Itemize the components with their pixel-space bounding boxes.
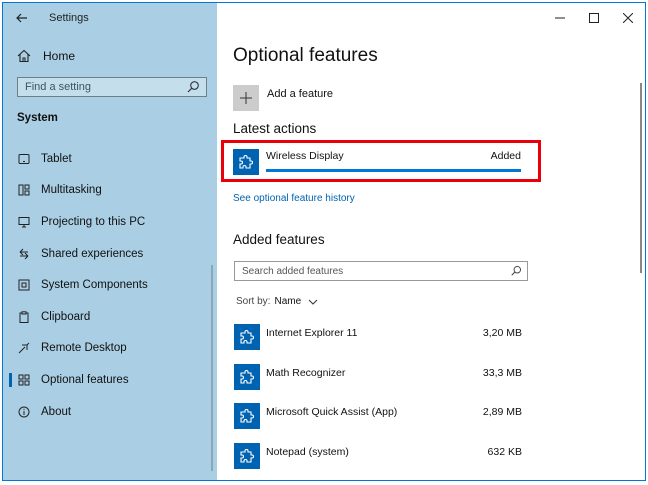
close-button[interactable] xyxy=(611,3,645,33)
latest-actions-heading: Latest actions xyxy=(233,121,317,136)
arrow-left-icon xyxy=(16,13,27,23)
main-scrollbar[interactable] xyxy=(640,83,642,273)
list-item[interactable]: Math Recognizer 33,3 MB xyxy=(234,363,524,404)
progress-fill xyxy=(266,169,521,172)
info-icon xyxy=(17,405,31,419)
sidebar-item-projecting[interactable]: Projecting to this PC xyxy=(3,206,217,238)
sidebar-item-label: Remote Desktop xyxy=(41,342,127,355)
latest-action-name: Wireless Display xyxy=(266,150,344,162)
shared-experiences-icon xyxy=(17,247,31,261)
list-item[interactable]: Microsoft Quick Assist (App) 2,89 MB xyxy=(234,403,524,443)
sidebar-item-label: System Components xyxy=(41,279,148,292)
sidebar-item-label: Tablet xyxy=(41,152,72,165)
add-feature-button[interactable]: Add a feature xyxy=(233,85,333,111)
list-item[interactable]: Internet Explorer 11 3,20 MB xyxy=(234,324,524,364)
projecting-icon xyxy=(17,215,31,229)
add-feature-label: Add a feature xyxy=(267,88,334,100)
feature-history-link[interactable]: See optional feature history xyxy=(233,193,355,204)
sidebar-nav: Tablet Multitasking Projecting to this P… xyxy=(3,143,217,427)
tablet-icon xyxy=(17,152,31,166)
settings-window: Settings Home Find a setting System Tabl… xyxy=(2,2,646,481)
title-bar: Settings xyxy=(3,3,217,33)
feature-size: 3,20 MB xyxy=(482,327,522,339)
home-icon xyxy=(17,49,31,63)
feature-size: 632 KB xyxy=(487,445,522,458)
feature-size: 33,3 MB xyxy=(482,366,522,379)
chevron-down-icon xyxy=(308,299,318,305)
latest-action-item[interactable]: Wireless Display Added xyxy=(233,147,523,177)
sort-prefix: Sort by: xyxy=(236,296,271,307)
close-icon xyxy=(623,13,633,23)
clipboard-icon xyxy=(17,310,31,324)
puzzle-icon xyxy=(234,324,260,350)
sidebar-item-optional-features[interactable]: Optional features xyxy=(3,364,217,396)
minimize-icon xyxy=(555,17,565,19)
home-link[interactable]: Home xyxy=(17,49,75,63)
sidebar-item-label: Projecting to this PC xyxy=(41,215,146,228)
maximize-button[interactable] xyxy=(577,3,611,33)
caption-buttons xyxy=(543,3,645,33)
main-panel: Optional features Add a feature Latest a… xyxy=(217,3,645,480)
system-components-icon xyxy=(17,278,31,292)
multitasking-icon xyxy=(17,183,31,197)
find-setting-placeholder: Find a setting xyxy=(25,81,92,93)
app-title: Settings xyxy=(49,12,89,24)
section-title: System xyxy=(17,112,58,124)
feature-name: Math Recognizer xyxy=(266,366,346,379)
search-icon xyxy=(187,81,199,93)
sort-value: Name xyxy=(274,296,302,307)
feature-name: Notepad (system) xyxy=(266,445,349,458)
minimize-button[interactable] xyxy=(543,3,577,33)
sidebar-item-label: Clipboard xyxy=(41,310,91,323)
added-features-heading: Added features xyxy=(233,232,325,247)
sidebar-item-label: Optional features xyxy=(41,373,129,386)
sidebar-scrollbar[interactable] xyxy=(211,265,213,471)
sidebar-item-shared-experiences[interactable]: Shared experiences xyxy=(3,238,217,270)
sidebar-item-label: About xyxy=(41,405,72,418)
maximize-icon xyxy=(589,13,599,23)
optional-features-icon xyxy=(17,373,31,387)
sidebar: Settings Home Find a setting System Tabl… xyxy=(3,3,217,480)
latest-action-status: Added xyxy=(490,150,521,162)
search-icon xyxy=(511,265,522,276)
feature-name: Microsoft Quick Assist (App) xyxy=(266,406,398,418)
puzzle-icon xyxy=(234,442,260,469)
search-added-features-input[interactable]: Search added features xyxy=(234,261,528,281)
sidebar-item-system-components[interactable]: System Components xyxy=(3,269,217,301)
sidebar-item-clipboard[interactable]: Clipboard xyxy=(3,301,217,333)
list-item[interactable]: Notepad (system) 632 KB xyxy=(234,442,524,481)
sidebar-item-label: Multitasking xyxy=(41,184,102,197)
remote-desktop-icon xyxy=(17,341,31,355)
page-title: Optional features xyxy=(233,45,378,66)
sort-dropdown[interactable]: Sort by: Name xyxy=(236,296,318,307)
find-setting-input[interactable]: Find a setting xyxy=(17,77,207,97)
sidebar-item-tablet[interactable]: Tablet xyxy=(3,143,217,175)
sidebar-item-label: Shared experiences xyxy=(41,247,144,260)
home-label: Home xyxy=(43,49,76,63)
back-button[interactable] xyxy=(13,9,31,27)
search-added-features-placeholder: Search added features xyxy=(242,265,344,277)
puzzle-icon xyxy=(234,363,260,390)
selection-indicator xyxy=(9,373,12,388)
puzzle-icon xyxy=(233,149,259,175)
sidebar-item-multitasking[interactable]: Multitasking xyxy=(3,175,217,207)
sidebar-item-remote-desktop[interactable]: Remote Desktop xyxy=(3,333,217,365)
sidebar-item-about[interactable]: About xyxy=(3,396,217,428)
puzzle-icon xyxy=(234,403,260,429)
added-features-list: Internet Explorer 11 3,20 MB Math Recogn… xyxy=(234,324,524,481)
progress-bar xyxy=(266,169,521,172)
plus-icon xyxy=(233,85,259,111)
feature-name: Internet Explorer 11 xyxy=(266,327,358,339)
feature-size: 2,89 MB xyxy=(482,406,522,418)
